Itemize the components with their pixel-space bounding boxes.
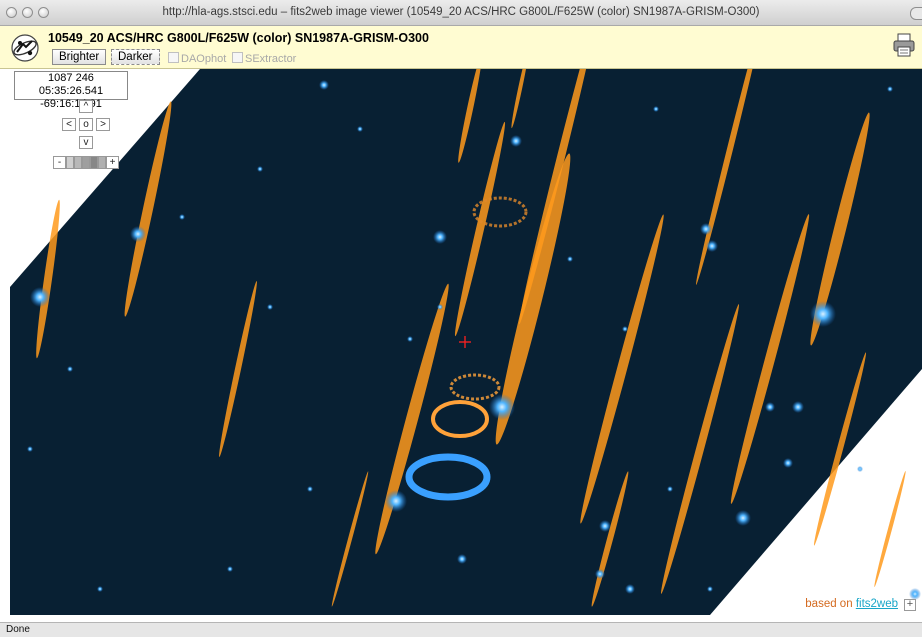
star (622, 326, 628, 332)
fits2web-link[interactable]: fits2web (856, 598, 898, 610)
image-viewer[interactable] (10, 69, 922, 615)
pan-right-button[interactable]: > (96, 118, 110, 131)
zoom-level-3[interactable] (82, 156, 90, 169)
daophot-checkbox[interactable]: DAOphot (168, 52, 226, 65)
zoom-level-5[interactable] (98, 156, 106, 169)
brighter-button[interactable]: Brighter (52, 49, 107, 65)
sky-coords: 05:35:26.541 -69:16:14.91 (38, 85, 104, 110)
star (307, 486, 313, 492)
viewer-header: 10549_20 ACS/HRC G800L/F625W (color) SN1… (0, 26, 922, 69)
star (130, 226, 146, 242)
star (67, 366, 73, 372)
star (765, 402, 775, 412)
expand-button[interactable]: + (904, 599, 916, 611)
star (27, 446, 33, 452)
daophot-label: DAOphot (181, 53, 227, 65)
zoom-level-2[interactable] (74, 156, 82, 169)
star (319, 80, 329, 90)
star (706, 240, 718, 252)
star (700, 223, 712, 235)
status-bar: Done (0, 622, 922, 637)
pan-center-button[interactable]: o (79, 118, 93, 131)
based-on-credit: based on fits2web (805, 598, 898, 610)
pan-down-button[interactable]: v (79, 136, 93, 149)
star (267, 304, 273, 310)
star (437, 304, 443, 310)
star (510, 135, 522, 147)
star (667, 486, 673, 492)
window-title: http://hla-ags.stsci.edu – fits2web imag… (162, 6, 760, 18)
zoom-control: - + (53, 156, 120, 169)
pixel-coords: 1087 246 (48, 72, 94, 84)
coordinate-readout: 1087 246 05:35:26.541 -69:16:14.91 (14, 71, 128, 110)
pan-up-button[interactable]: ^ (79, 100, 93, 113)
star (783, 458, 793, 468)
star (489, 394, 515, 420)
star (227, 566, 233, 572)
star (810, 301, 836, 327)
pan-left-button[interactable]: < (62, 118, 76, 131)
star (179, 214, 185, 220)
star (599, 520, 611, 532)
star (735, 510, 751, 526)
zoom-level-4[interactable] (90, 156, 98, 169)
star (857, 466, 863, 472)
toolbar-toggle-button[interactable] (910, 7, 922, 20)
darker-button[interactable]: Darker (111, 49, 160, 65)
zoom-in-button[interactable]: + (106, 156, 119, 169)
zoom-level-1[interactable] (66, 156, 74, 169)
star (792, 401, 804, 413)
star (567, 256, 573, 262)
star (457, 554, 467, 564)
star (357, 126, 363, 132)
star (707, 586, 713, 592)
sextractor-checkbox[interactable]: SExtractor (232, 52, 296, 65)
star (433, 230, 447, 244)
hubble-logo-icon (11, 34, 39, 62)
star (385, 490, 407, 512)
based-on-text: based on (805, 598, 853, 610)
star (595, 569, 605, 579)
star (97, 586, 103, 592)
printer-icon[interactable] (892, 32, 916, 58)
sextractor-label: SExtractor (245, 53, 297, 65)
star (30, 287, 50, 307)
sky-image[interactable] (10, 69, 922, 615)
star (257, 166, 263, 172)
spectral-streak (874, 471, 906, 587)
image-title: 10549_20 ACS/HRC G800L/F625W (color) SN1… (48, 31, 429, 45)
zoom-out-button[interactable]: - (53, 156, 66, 169)
window-titlebar: http://hla-ags.stsci.edu – fits2web imag… (0, 0, 922, 26)
star (887, 86, 893, 92)
star (625, 584, 635, 594)
star (653, 106, 659, 112)
star (407, 336, 413, 342)
